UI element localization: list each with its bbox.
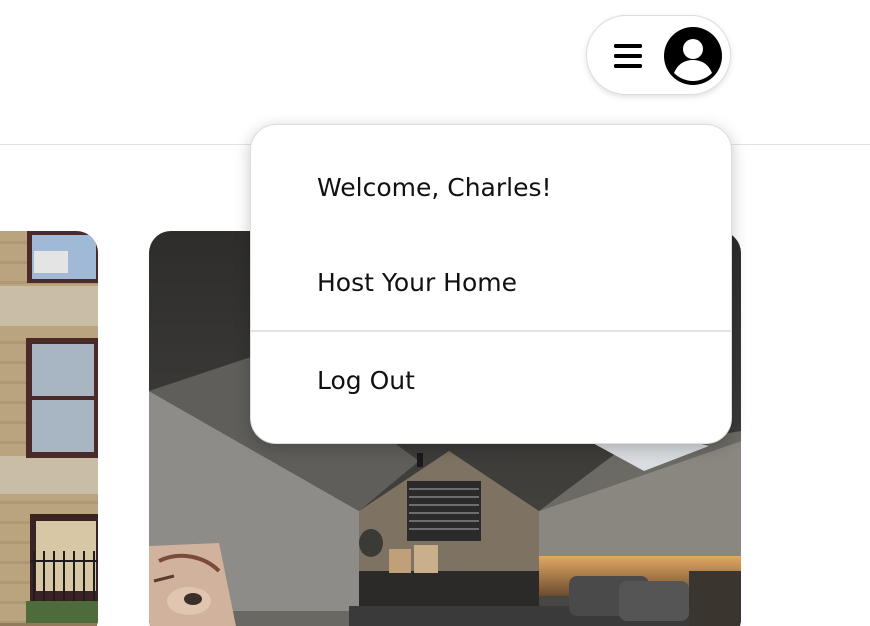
page: Welcome, Charles! Host Your Home Log Out (0, 0, 870, 626)
listing-card-building[interactable] (0, 231, 98, 626)
hamburger-menu-icon (614, 44, 642, 68)
user-menu-button[interactable] (586, 15, 731, 95)
menu-divider (251, 330, 731, 332)
listing-photo-building (0, 231, 98, 626)
host-your-home-link[interactable]: Host Your Home (317, 268, 517, 297)
log-out-link[interactable]: Log Out (317, 366, 415, 395)
user-avatar-icon (664, 27, 722, 85)
user-dropdown-menu: Welcome, Charles! Host Your Home Log Out (250, 124, 732, 444)
welcome-message: Welcome, Charles! (317, 173, 552, 202)
